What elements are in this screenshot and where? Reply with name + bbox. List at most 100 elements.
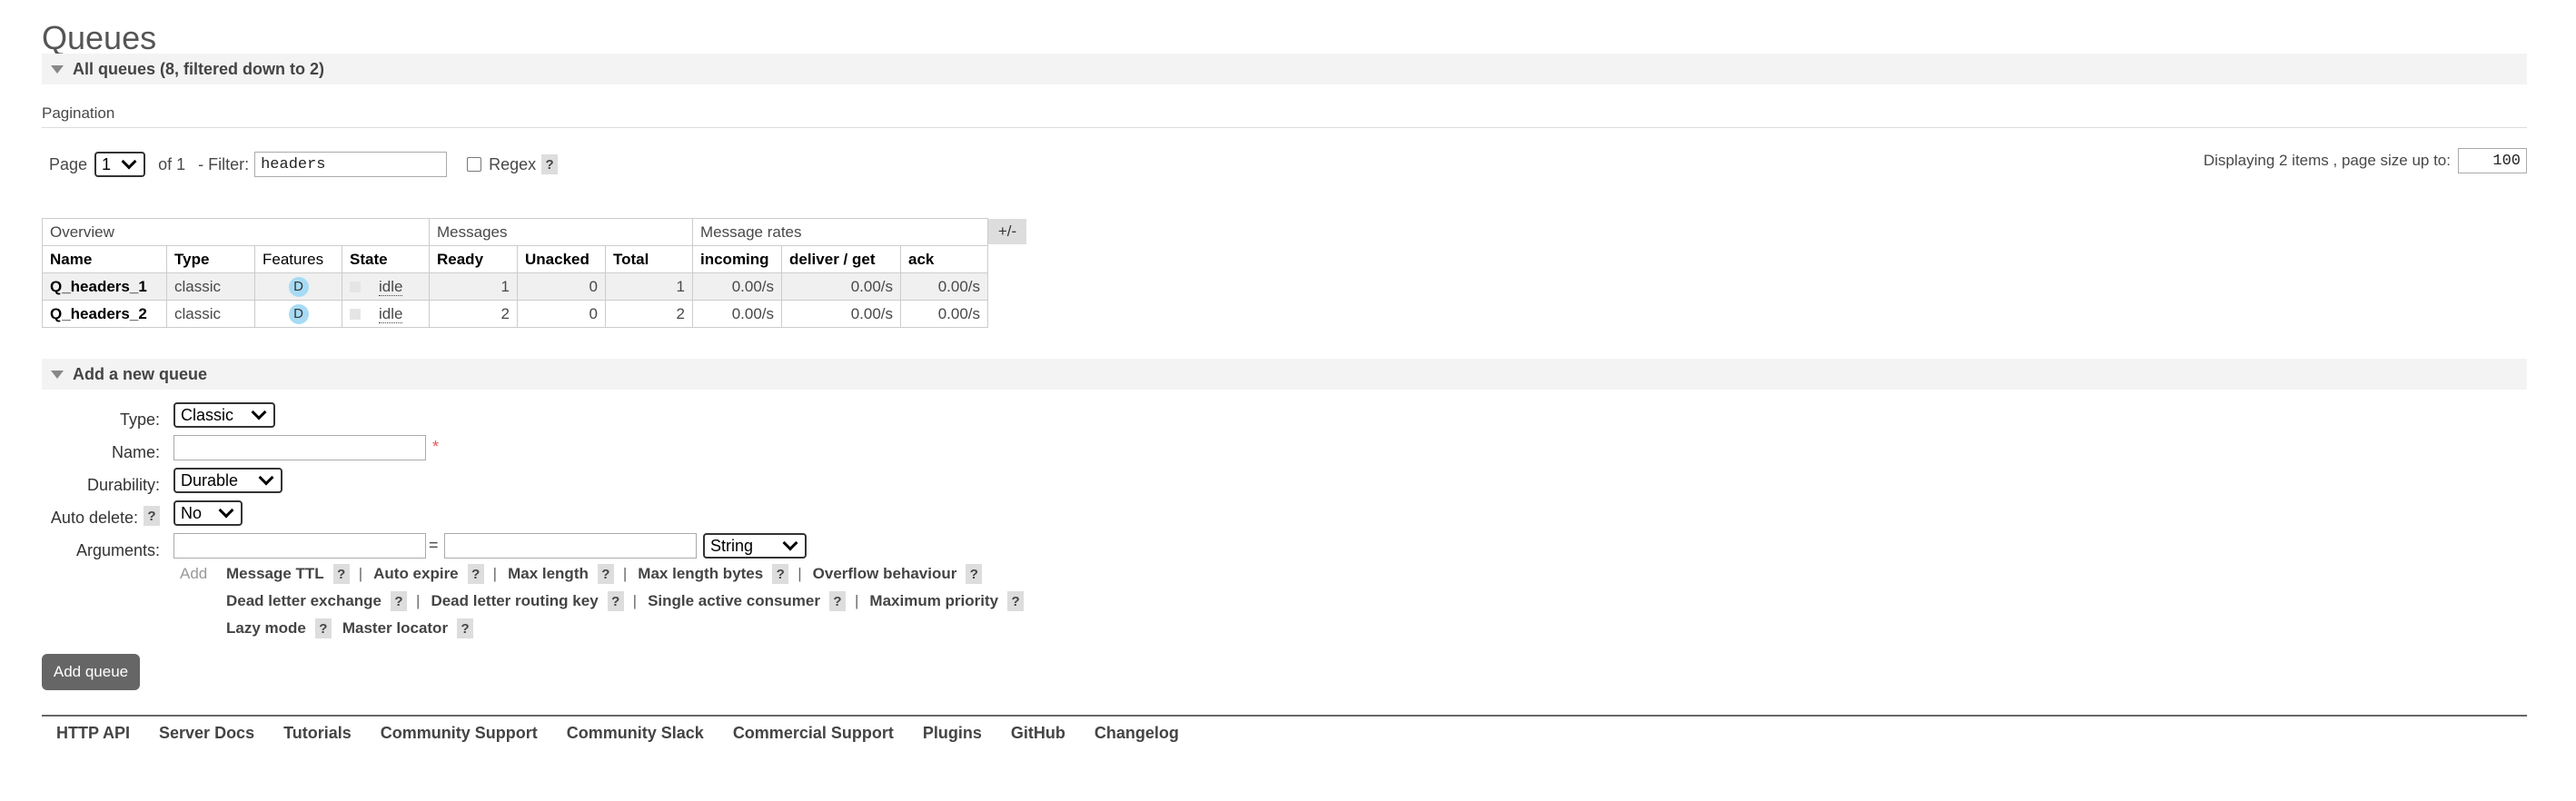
add-argument-link[interactable]: Add — [180, 565, 207, 583]
regex-help-icon[interactable]: ? — [541, 154, 559, 174]
help-icon[interactable]: ? — [607, 591, 624, 611]
help-icon[interactable]: ? — [332, 564, 350, 584]
auto-delete-select[interactable]: No — [173, 500, 243, 526]
unacked-count: 0 — [517, 272, 606, 301]
arg-single-active-consumer[interactable]: Single active consumer — [648, 592, 820, 610]
arg-auto-expire[interactable]: Auto expire — [373, 565, 459, 583]
footer-links: HTTP API Server Docs Tutorials Community… — [56, 724, 1208, 743]
ack-rate: 0.00/s — [900, 300, 988, 328]
arg-message-ttl[interactable]: Message TTL — [226, 565, 324, 583]
ready-count: 2 — [429, 300, 518, 328]
state-indicator-icon — [350, 282, 361, 293]
col-total[interactable]: Total — [605, 245, 693, 273]
col-unacked[interactable]: Unacked — [517, 245, 606, 273]
all-queues-toggle[interactable]: All queues (8, filtered down to 2) — [42, 54, 2527, 84]
col-features[interactable]: Features — [254, 245, 342, 273]
deliver-rate: 0.00/s — [781, 272, 901, 301]
arg-max-length-bytes[interactable]: Max length bytes — [638, 565, 763, 583]
state-label: idle — [379, 304, 403, 323]
col-incoming[interactable]: incoming — [692, 245, 782, 273]
arg-maximum-priority[interactable]: Maximum priority — [869, 592, 998, 610]
footer-link-commercial-support[interactable]: Commercial Support — [733, 724, 894, 743]
add-queue-button[interactable]: Add queue — [42, 654, 140, 690]
filter-input[interactable]: headers — [254, 152, 448, 177]
footer-link-github[interactable]: GitHub — [1011, 724, 1065, 743]
arg-overflow-behaviour[interactable]: Overflow behaviour — [813, 565, 957, 583]
argument-shortcuts-line-3: Lazy mode ? Master locator ? — [226, 618, 474, 638]
required-marker: * — [432, 438, 440, 456]
type-select[interactable]: Classic — [173, 402, 275, 428]
argument-key-input[interactable] — [173, 533, 426, 559]
footer-link-http-api[interactable]: HTTP API — [56, 724, 130, 743]
total-count: 2 — [605, 300, 693, 328]
footer-link-tutorials[interactable]: Tutorials — [283, 724, 352, 743]
help-icon[interactable]: ? — [828, 591, 846, 611]
arg-dead-letter-routing-key[interactable]: Dead letter routing key — [431, 592, 598, 610]
queue-name-input[interactable] — [173, 435, 426, 460]
auto-delete-select-value: No — [181, 503, 203, 522]
queue-type: classic — [166, 272, 255, 301]
footer-link-community-slack[interactable]: Community Slack — [567, 724, 704, 743]
queue-type: classic — [166, 300, 255, 328]
durable-badge: D — [288, 276, 309, 297]
state-cell: idle — [342, 300, 430, 328]
chevron-down-icon — [121, 153, 137, 170]
footer-link-plugins[interactable]: Plugins — [923, 724, 982, 743]
help-icon[interactable]: ? — [1007, 591, 1025, 611]
footer-link-community-support[interactable]: Community Support — [381, 724, 538, 743]
col-ack[interactable]: ack — [900, 245, 988, 273]
queue-name-link[interactable]: Q_headers_2 — [42, 300, 167, 328]
col-deliver-get[interactable]: deliver / get — [781, 245, 901, 273]
total-count: 1 — [605, 272, 693, 301]
collapse-triangle-icon — [51, 370, 64, 379]
deliver-rate: 0.00/s — [781, 300, 901, 328]
argument-type-select[interactable]: String — [703, 533, 807, 559]
arg-max-length[interactable]: Max length — [508, 565, 589, 583]
page-size-input[interactable]: 100 — [2458, 148, 2527, 173]
features-cell: D — [254, 272, 342, 301]
displaying-label: Displaying 2 items , page size up to: — [2203, 152, 2451, 169]
state-label: idle — [379, 277, 403, 296]
help-icon[interactable]: ? — [772, 564, 789, 584]
help-icon[interactable]: ? — [391, 591, 408, 611]
queue-name-link[interactable]: Q_headers_1 — [42, 272, 167, 301]
help-icon[interactable]: ? — [597, 564, 614, 584]
durable-badge: D — [288, 303, 309, 324]
regex-checkbox[interactable] — [467, 157, 482, 172]
incoming-rate: 0.00/s — [692, 300, 782, 328]
pagination-label: Pagination — [42, 104, 115, 122]
footer-link-changelog[interactable]: Changelog — [1095, 724, 1179, 743]
arguments-label: Arguments: — [75, 541, 160, 559]
help-icon[interactable]: ? — [457, 618, 474, 638]
col-type[interactable]: Type — [166, 245, 255, 273]
chevron-down-icon — [782, 535, 798, 551]
col-name[interactable]: Name — [42, 245, 167, 273]
arg-master-locator[interactable]: Master locator — [342, 619, 448, 638]
col-ready[interactable]: Ready — [429, 245, 518, 273]
table-row[interactable]: Q_headers_1 classic D idle 1 0 1 0.00/s … — [42, 272, 988, 301]
queues-table: Overview Messages Message rates Name Typ… — [42, 218, 988, 328]
arg-dead-letter-exchange[interactable]: Dead letter exchange — [226, 592, 381, 610]
auto-delete-help-icon[interactable]: ? — [144, 506, 160, 526]
columns-toggle-button[interactable]: +/- — [988, 219, 1026, 244]
footer-link-server-docs[interactable]: Server Docs — [159, 724, 254, 743]
add-queue-header: Add a new queue — [73, 364, 208, 383]
arg-lazy-mode[interactable]: Lazy mode — [226, 619, 306, 638]
help-icon[interactable]: ? — [966, 564, 983, 584]
add-queue-toggle[interactable]: Add a new queue — [42, 359, 2527, 390]
help-icon[interactable]: ? — [467, 564, 484, 584]
page-select[interactable]: 1 — [94, 152, 146, 177]
argument-shortcuts-line-1: Message TTL ? | Auto expire ? | Max length… — [226, 564, 983, 584]
collapse-triangle-icon — [51, 64, 64, 74]
pagination-controls: Page 1 of 1 - Filter: headers Regex ? — [49, 152, 559, 177]
state-cell: idle — [342, 272, 430, 301]
argument-shortcuts-line-2: Dead letter exchange ? | Dead letter rout… — [226, 591, 1025, 611]
group-message-rates: Message rates — [692, 218, 988, 246]
durability-select[interactable]: Durable — [173, 468, 282, 493]
help-icon[interactable]: ? — [314, 618, 332, 638]
chevron-down-icon — [258, 470, 274, 486]
table-row[interactable]: Q_headers_2 classic D idle 2 0 2 0.00/s … — [42, 300, 988, 328]
argument-value-input[interactable] — [444, 533, 697, 559]
col-state[interactable]: State — [342, 245, 430, 273]
unacked-count: 0 — [517, 300, 606, 328]
